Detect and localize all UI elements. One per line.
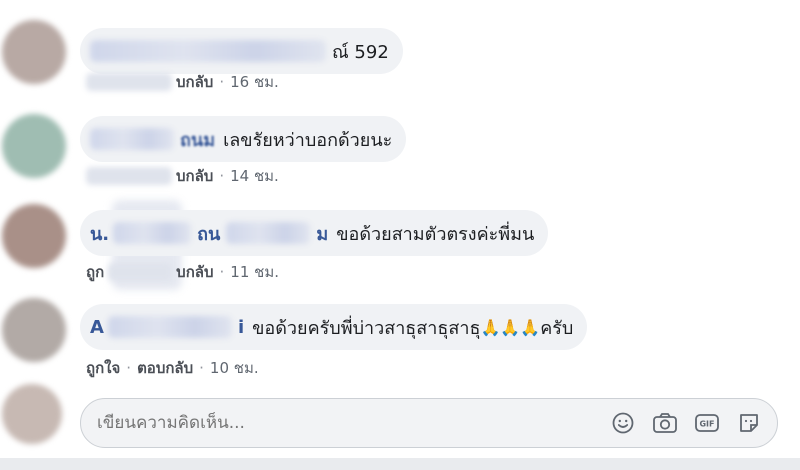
commenter-name-blurred[interactable] xyxy=(107,316,232,338)
comment-actions: บกลับ · 14 ชม. xyxy=(86,164,279,188)
timestamp[interactable]: 11 ชม. xyxy=(230,260,279,284)
user-avatar[interactable] xyxy=(2,384,62,444)
comment-text: ณ์ 592 xyxy=(332,41,389,63)
avatar[interactable] xyxy=(2,204,66,268)
comment-text: ขอด้วยครับพี่บ่าวสาธุสาธุสาธุ xyxy=(252,317,481,339)
pray-emoji: 🙏🙏🙏 xyxy=(480,317,541,337)
svg-text:GIF: GIF xyxy=(699,420,714,429)
bottom-divider xyxy=(0,458,800,470)
comment-actions: ถูก บกลับ · 11 ชม. xyxy=(86,260,279,284)
avatar[interactable] xyxy=(2,298,66,362)
timestamp[interactable]: 14 ชม. xyxy=(230,164,279,188)
commenter-name-end[interactable]: ม xyxy=(316,219,328,248)
comment-bubble: A i ขอด้วยครับพี่บ่าวสาธุสาธุสาธุ 🙏🙏🙏 คร… xyxy=(80,304,588,350)
commenter-name-blurred[interactable] xyxy=(90,40,326,62)
avatar[interactable] xyxy=(2,20,66,84)
separator: · xyxy=(219,167,225,185)
separator: · xyxy=(199,359,204,377)
comment-actions: ถูกใจ · ตอบกลับ · 10 ชม. xyxy=(86,356,259,380)
timestamp[interactable]: 10 ชม. xyxy=(210,356,259,380)
commenter-name-blurred[interactable] xyxy=(113,222,192,244)
sticker-icon[interactable] xyxy=(735,409,763,437)
comment-bubble: ถนม เลขรัยหว่าบอกด้วยนะ xyxy=(80,116,407,162)
commenter-name-start[interactable]: น. xyxy=(90,219,109,248)
reply-link[interactable]: บกลับ xyxy=(176,260,213,284)
emoji-icon[interactable] xyxy=(609,409,637,437)
reply-link[interactable]: บกลับ xyxy=(176,164,213,188)
commenter-name-end[interactable]: i xyxy=(238,317,244,338)
separator: · xyxy=(126,359,132,377)
separator: · xyxy=(219,263,225,281)
like-link[interactable]: ถูกใจ xyxy=(86,356,120,380)
reply-link[interactable]: ตอบกลับ xyxy=(137,356,193,380)
like-link-blurred[interactable] xyxy=(86,167,172,185)
like-link-start[interactable]: ถูก xyxy=(86,260,104,284)
comment-composer: GIF xyxy=(80,398,778,448)
avatar[interactable] xyxy=(2,114,66,178)
commenter-name[interactable]: ถนม xyxy=(180,125,215,154)
comment-bubble: น. ถน ม ขอด้วยสามตัวตรงค่ะพี่มน xyxy=(80,210,549,256)
commenter-name-blurred[interactable] xyxy=(226,222,311,244)
comment-input[interactable] xyxy=(95,412,609,434)
separator: · xyxy=(219,73,225,91)
comment-bubble: ณ์ 592 xyxy=(80,28,403,74)
comment-text-end: ครับ xyxy=(540,317,574,339)
commenter-name-start[interactable]: A xyxy=(90,317,104,338)
composer-icons: GIF xyxy=(609,409,763,437)
comment-text: ขอด้วยสามตัวตรงค่ะพี่มน xyxy=(336,223,535,245)
reply-link[interactable]: บกลับ xyxy=(176,70,213,94)
commenter-name-blurred[interactable] xyxy=(90,128,174,150)
comment-actions: บกลับ · 16 ชม. xyxy=(86,70,279,94)
like-link-blurred[interactable] xyxy=(108,263,173,281)
commenter-name-middle[interactable]: ถน xyxy=(197,219,220,248)
gif-icon[interactable]: GIF xyxy=(693,409,721,437)
like-link-blurred[interactable] xyxy=(86,73,172,91)
camera-icon[interactable] xyxy=(651,409,679,437)
comment-text: เลขรัยหว่าบอกด้วยนะ xyxy=(223,129,393,151)
timestamp[interactable]: 16 ชม. xyxy=(230,70,279,94)
